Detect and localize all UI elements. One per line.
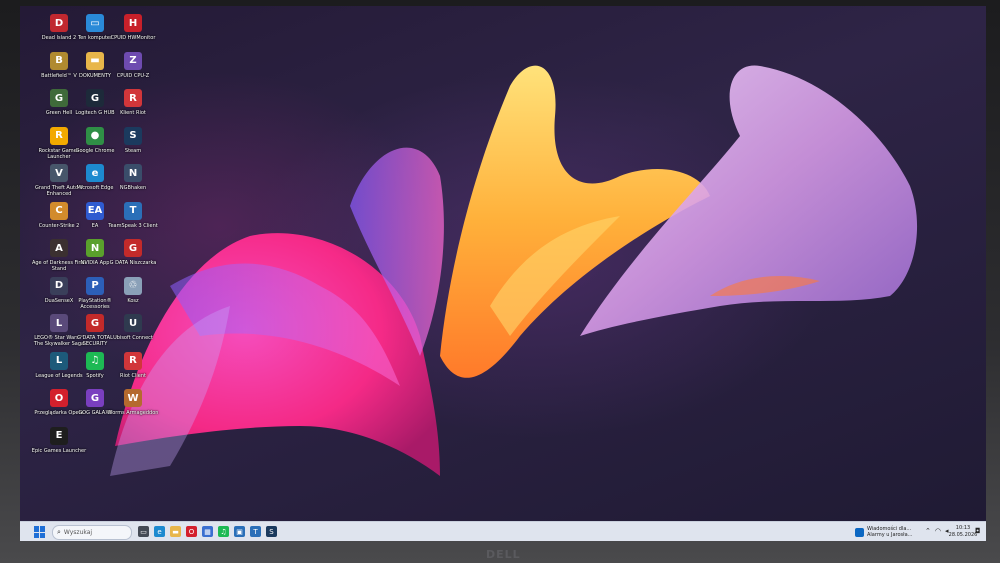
computer-icon: ▭ bbox=[86, 14, 104, 32]
spotify-icon: ♫ bbox=[86, 351, 104, 370]
news-line-2: Alarmy u Jarosła... bbox=[867, 532, 913, 538]
recycle-bin-icon: ♲ bbox=[124, 276, 142, 295]
riot-client-2-icon: R bbox=[124, 351, 142, 370]
desktop-icon[interactable]: W Worms Armageddon bbox=[104, 389, 162, 416]
desktop-icon[interactable]: E Epic Games Launcher bbox=[30, 426, 88, 454]
logitech-icon: G bbox=[86, 89, 104, 107]
gdata-shredder-icon: G bbox=[124, 239, 142, 257]
spotify-icon[interactable]: ♫ bbox=[218, 526, 229, 537]
steam-icon[interactable]: S bbox=[266, 526, 277, 537]
search-placeholder: Wyszukaj bbox=[63, 529, 93, 536]
desktop-icon-label: Ubisoft Connect bbox=[113, 335, 153, 341]
edge-icon[interactable]: e bbox=[154, 526, 165, 537]
desktop-icon[interactable]: H CPUID HWMonitor bbox=[104, 14, 162, 41]
file-explorer-icon[interactable]: ▬ bbox=[170, 526, 181, 537]
desktop-icon-label: NGBhaken bbox=[119, 185, 147, 191]
desktop-icon-grid: D Dead Island 2 ▭ Ten komputer H CPUID HWMoni… bbox=[20, 6, 986, 526]
playstation-icon: P bbox=[86, 276, 104, 295]
taskbar: ⌕ Wyszukaj ▭ e ▬ O ▦ ♫ ▣ T S Wiadomości dla... A… bbox=[20, 521, 986, 541]
clock[interactable]: 10:13 28.05.2026 bbox=[948, 525, 978, 539]
ea-icon: EA bbox=[86, 201, 104, 220]
desktop-icon-label: G DATA Niszczarka bbox=[109, 260, 157, 266]
desktop-icon-label: Worms Armageddon bbox=[107, 410, 159, 416]
desktop-screen: D Dead Island 2 ▭ Ten komputer H CPUID HWMoni… bbox=[20, 6, 986, 541]
search-box[interactable]: ⌕ Wyszukaj bbox=[52, 525, 132, 540]
news-icon bbox=[855, 527, 864, 537]
notification-bell-icon[interactable]: ◘ bbox=[975, 527, 981, 535]
desktop-icon[interactable]: Z CPUID CPU-Z bbox=[104, 51, 162, 79]
gdata-security-icon: G bbox=[86, 314, 104, 332]
dell-logo: DELL bbox=[486, 548, 521, 561]
epic-games-icon: E bbox=[50, 426, 68, 445]
opera-icon[interactable]: O bbox=[186, 526, 197, 537]
clock-date: 28.05.2026 bbox=[948, 532, 978, 538]
gog-galaxy-icon: G bbox=[86, 389, 104, 407]
desktop-icon[interactable]: ♲ Kosz bbox=[104, 276, 162, 304]
desktop-icon-label: TeamSpeak 3 Client bbox=[108, 222, 158, 229]
ms-store-icon[interactable]: ▣ bbox=[234, 526, 245, 537]
steam-icon: S bbox=[124, 126, 142, 145]
search-icon: ⌕ bbox=[57, 528, 61, 536]
chevron-up-icon[interactable]: ⌃ bbox=[925, 527, 931, 535]
desktop-icon-label: Kosz bbox=[127, 297, 139, 304]
chrome-icon: ● bbox=[86, 126, 104, 145]
teamspeak-icon[interactable]: T bbox=[250, 526, 261, 537]
clock-time: 10:13 bbox=[955, 525, 971, 531]
wifi-icon[interactable]: ◠ bbox=[935, 527, 941, 535]
desktop-icon[interactable]: U Ubisoft Connect bbox=[104, 314, 162, 341]
worms-icon: W bbox=[124, 389, 142, 407]
desktop-icon[interactable]: R Klient Riot bbox=[104, 89, 162, 116]
riot-client-icon: R bbox=[124, 89, 142, 107]
start-button[interactable] bbox=[34, 526, 46, 538]
desktop-icon-label: Riot Client bbox=[120, 372, 146, 379]
desktop-icon[interactable]: G G DATA Niszczarka bbox=[104, 239, 162, 266]
hwmonitor-icon: H bbox=[124, 14, 142, 32]
news-widget[interactable]: Wiadomości dla... Alarmy u Jarosła... bbox=[855, 525, 915, 539]
task-view-icon[interactable]: ▭ bbox=[138, 526, 149, 537]
nvidia-icon: N bbox=[86, 239, 104, 257]
desktop-icon[interactable]: T TeamSpeak 3 Client bbox=[104, 201, 162, 229]
ubisoft-icon: U bbox=[124, 314, 142, 332]
windows-logo-icon bbox=[34, 526, 39, 532]
system-tray: ⌃ ◠ ◂ bbox=[925, 527, 949, 535]
desktop-icon-label: Steam bbox=[124, 147, 142, 154]
folder-icon: ▬ bbox=[86, 51, 104, 70]
desktop-icon-label: Klient Riot bbox=[120, 110, 146, 116]
edge-icon: e bbox=[86, 164, 104, 182]
desktop-icon-label: CPUID HWMonitor bbox=[110, 35, 156, 41]
desktop-icon[interactable]: R Riot Client bbox=[104, 351, 162, 379]
desktop-icon[interactable]: N NGBhaken bbox=[104, 164, 162, 191]
ngbhaken-icon: N bbox=[124, 164, 142, 182]
teamspeak-icon: T bbox=[124, 201, 142, 220]
desktop-icon[interactable]: S Steam bbox=[104, 126, 162, 154]
cpuz-icon: Z bbox=[124, 51, 142, 70]
desktop-icon-label: CPUID CPU-Z bbox=[116, 72, 150, 79]
ms-store-icon[interactable]: ▦ bbox=[202, 526, 213, 537]
desktop-icon-label: Epic Games Launcher bbox=[31, 447, 87, 454]
